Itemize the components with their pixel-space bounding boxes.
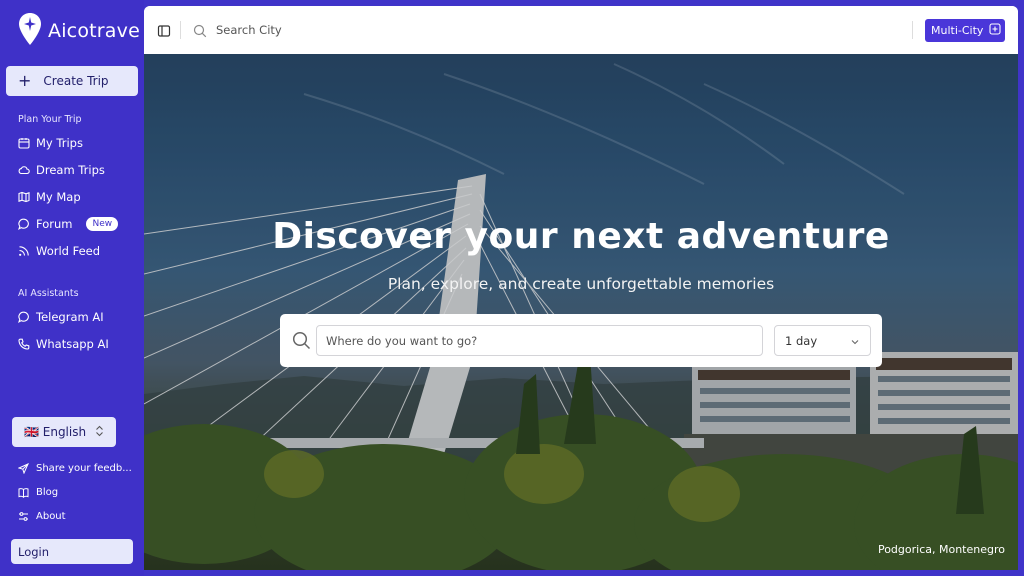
chat-bubble-icon: [18, 311, 29, 323]
section-label-ai: AI Assistants: [18, 288, 79, 299]
sidebar-item-forum[interactable]: Forum New: [18, 215, 119, 233]
destination-search-card: 1 day: [280, 314, 882, 367]
duration-select[interactable]: 1 day: [774, 325, 871, 356]
language-value: 🇬🇧 English: [24, 425, 87, 439]
sidebar-item-my-trips[interactable]: My Trips: [18, 134, 83, 152]
rss-icon: [19, 246, 29, 256]
sidebar-toggle-icon[interactable]: [157, 23, 171, 37]
book-icon: [18, 488, 29, 498]
duration-value: 1 day: [785, 333, 818, 348]
about-label: About: [36, 511, 66, 522]
sidebar-item-label: Forum: [36, 217, 73, 231]
search-icon: [292, 331, 311, 350]
photo-location-caption: Podgorica, Montenegro: [877, 543, 1005, 556]
feedback-label: Share your feedb...: [36, 463, 132, 474]
sidebar-item-label: Whatsapp AI: [36, 337, 109, 351]
sidebar-item-whatsapp-ai[interactable]: Whatsapp AI: [18, 335, 109, 353]
new-badge: New: [86, 217, 119, 231]
blog-label: Blog: [36, 487, 59, 498]
topbar-divider: [180, 21, 181, 39]
create-trip-button[interactable]: + Create Trip: [6, 66, 138, 96]
destination-input[interactable]: [316, 325, 763, 356]
blog-link[interactable]: Blog: [18, 487, 58, 498]
sidebar-item-label: My Map: [36, 190, 81, 204]
sidebar-item-world-feed[interactable]: World Feed: [18, 242, 100, 260]
language-select[interactable]: 🇬🇧 English: [12, 417, 116, 447]
about-link[interactable]: About: [18, 511, 66, 522]
search-icon: [193, 23, 207, 38]
brand-name: Aicotrave: [48, 20, 140, 42]
logo-pin-icon: [18, 12, 42, 50]
section-label-plan: Plan Your Trip: [18, 114, 82, 125]
feedback-link[interactable]: Share your feedb...: [18, 463, 132, 474]
chevron-down-icon: [850, 336, 860, 346]
calendar-icon: [18, 138, 30, 149]
sidebar-item-label: Telegram AI: [36, 310, 104, 324]
phone-icon: [18, 338, 30, 350]
multi-city-button[interactable]: Multi-City: [925, 19, 1005, 42]
multi-city-label: Multi-City: [931, 24, 984, 37]
sidebar-item-my-map[interactable]: My Map: [18, 188, 81, 206]
brand[interactable]: Aicotrave: [18, 12, 140, 50]
sliders-icon: [19, 512, 28, 521]
map-icon: [18, 191, 30, 203]
sidebar: Aicotrave + Create Trip Plan Your Trip M…: [0, 0, 144, 576]
sidebar-item-dream-trips[interactable]: Dream Trips: [18, 161, 105, 179]
sidebar-item-label: World Feed: [36, 244, 101, 258]
topbar: Multi-City: [144, 6, 1018, 54]
create-trip-label: Create Trip: [43, 74, 109, 88]
login-button[interactable]: Login: [11, 539, 133, 564]
search-city-input[interactable]: [216, 21, 516, 39]
hero-section: Discover your next adventure Plan, explo…: [144, 54, 1018, 570]
sidebar-item-label: My Trips: [36, 136, 83, 150]
login-label: Login: [18, 544, 50, 559]
send-icon: [18, 463, 29, 474]
main-panel: Multi-City: [144, 6, 1018, 570]
hero-overlay: [144, 54, 1018, 570]
sidebar-item-label: Dream Trips: [36, 163, 105, 177]
cloud-icon: [18, 166, 30, 175]
topbar-divider: [912, 21, 913, 39]
chat-bubble-icon: [18, 218, 29, 230]
hero-title: Discover your next adventure: [272, 216, 890, 257]
sidebar-item-telegram-ai[interactable]: Telegram AI: [18, 308, 104, 326]
hero-subtitle: Plan, explore, and create unforgettable …: [387, 275, 775, 293]
chevron-updown-icon: [95, 425, 104, 440]
plus-icon: +: [18, 71, 32, 90]
plus-square-icon: [989, 23, 1001, 38]
